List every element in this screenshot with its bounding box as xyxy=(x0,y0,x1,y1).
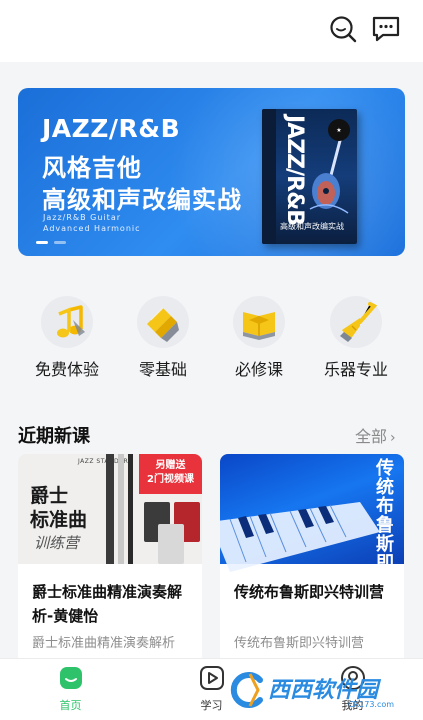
watermark-c-icon xyxy=(230,672,263,708)
category-label: 零基础 xyxy=(138,360,187,379)
course-card[interactable]: JAZZ STANDARD 爵士 标准曲 训练营 另赠送 2门视频课 爵士标准曲… xyxy=(18,454,202,664)
view-all-label: 全部 xyxy=(355,427,388,446)
book-subtitle: 高级和声改编实战 xyxy=(280,222,344,231)
cover-stripe xyxy=(106,454,114,564)
tab-label: 首页 xyxy=(59,699,82,712)
promo-tag-line1: 另赠送 xyxy=(155,460,186,471)
banner-dot-active[interactable] xyxy=(36,241,48,244)
banner-dot[interactable] xyxy=(54,241,66,244)
home-icon xyxy=(60,667,82,689)
promo-tag: 另赠送 2门视频课 xyxy=(139,454,202,494)
promo-banner[interactable]: JAZZ/R&B 风格吉他 高级和声改编实战 Jazz/R&B Guitar A… xyxy=(18,88,405,256)
mini-book-image xyxy=(158,524,184,564)
top-bar xyxy=(0,0,423,62)
search-icon[interactable] xyxy=(329,15,357,43)
blocks-icon xyxy=(147,307,179,342)
category-label: 必修课 xyxy=(234,360,283,379)
view-all-link[interactable]: 全部 › xyxy=(355,423,396,447)
cover-vertical-title: 传统布鲁斯即兴 xyxy=(373,458,394,591)
category-row: 免费体验 零基础 必修课 乐器专业 xyxy=(0,290,423,385)
banner-title-line1: JAZZ/R&B xyxy=(42,114,181,143)
cover-subheading: 训练营 xyxy=(34,534,80,552)
course-cover: JAZZ STANDARD 爵士 标准曲 训练营 另赠送 2门视频课 xyxy=(18,454,202,564)
watermark-logo: 西西软件园 CR173.com xyxy=(228,668,413,714)
banner-title-line3: 高级和声改编实战 xyxy=(42,186,242,214)
book-cover: JAZZ/R&B ★ 高级和声改编实战 xyxy=(262,109,357,244)
cover-heading-line2: 标准曲 xyxy=(30,509,88,531)
cover-heading-line1: 爵士 xyxy=(30,485,69,507)
category-free-trial[interactable]: 免费体验 xyxy=(17,290,117,385)
guitar-icon xyxy=(340,302,378,342)
banner-pagination xyxy=(36,241,66,244)
book-title: JAZZ/R&B xyxy=(282,115,307,226)
banner-subtitle: Jazz/R&B Guitar Advanced Harmonic xyxy=(43,213,141,233)
music-note-icon xyxy=(57,305,85,338)
cover-stripe xyxy=(118,454,124,564)
category-label: 乐器专业 xyxy=(323,360,388,379)
category-required[interactable]: 必修课 xyxy=(209,290,309,385)
course-title: 传统布鲁斯即兴特训营 xyxy=(234,583,385,601)
book-icon xyxy=(243,312,275,340)
chevron-right-icon: › xyxy=(390,430,396,446)
banner-title-line2: 风格吉他 xyxy=(42,154,142,182)
book-badge-icon: ★ xyxy=(328,119,350,141)
guitar-image xyxy=(309,129,349,214)
watermark-sub: CR173.com xyxy=(348,700,395,709)
course-description: 传统布鲁斯即兴特训营 xyxy=(234,636,365,651)
tab-home[interactable]: 首页 xyxy=(0,659,141,720)
promo-tag-line2: 2门视频课 xyxy=(147,474,194,485)
cover-heading: 爵士 标准曲 xyxy=(30,484,87,532)
course-description: 爵士标准曲精准演奏解析 xyxy=(32,636,176,651)
piano-keys-image xyxy=(220,502,380,572)
play-icon xyxy=(200,666,224,690)
course-cover: 传统布鲁斯即兴 xyxy=(220,454,404,591)
cover-stripe xyxy=(128,454,133,564)
category-label: 免费体验 xyxy=(34,360,99,379)
message-icon[interactable] xyxy=(371,15,401,43)
course-card[interactable]: 传统布鲁斯即兴 传统布鲁斯即兴特训营 传统布鲁斯即兴特训营 xyxy=(220,454,404,664)
category-beginner[interactable]: 零基础 xyxy=(113,290,213,385)
course-title: 爵士标准曲精准演奏解析-黄健怡 xyxy=(32,583,183,625)
category-instrument[interactable]: 乐器专业 xyxy=(306,290,406,385)
section-title: 近期新课 xyxy=(18,426,90,447)
